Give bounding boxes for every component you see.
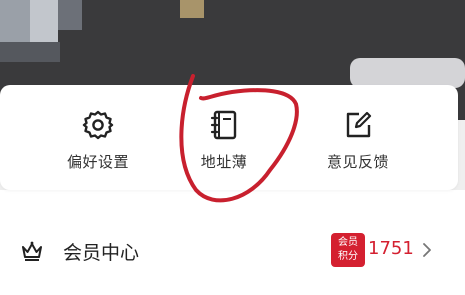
preferences-button[interactable]: 偏好设置 (28, 85, 168, 190)
feedback-button[interactable]: 意见反馈 (288, 85, 428, 190)
points-badge-line1: 会员 (338, 237, 358, 248)
blurred-header-button (350, 58, 465, 88)
blurred-badge (180, 0, 204, 18)
blurred-username (0, 42, 60, 62)
feedback-edit-icon (342, 109, 374, 141)
address-book-icon (208, 109, 240, 141)
points-value: 1751 (368, 238, 414, 259)
member-center-row[interactable]: 会员中心 会员 积分 1751 (0, 226, 465, 276)
points-badge: 会员 积分 (331, 233, 365, 267)
gear-icon (82, 109, 114, 141)
blurred-avatar-part (58, 0, 82, 30)
blurred-avatar (0, 0, 30, 42)
address-book-label: 地址薄 (200, 153, 248, 171)
crown-icon (20, 240, 44, 262)
quick-tools-card: 偏好设置 地址薄 意见反馈 (0, 85, 458, 190)
feedback-label: 意见反馈 (326, 153, 389, 171)
member-center-title: 会员中心 (63, 242, 140, 264)
address-book-button[interactable]: 地址薄 (154, 85, 294, 190)
points-badge-line2: 积分 (338, 251, 358, 262)
blurred-avatar-part (30, 0, 58, 42)
preferences-label: 偏好设置 (66, 153, 129, 171)
chevron-right-icon (420, 241, 434, 259)
